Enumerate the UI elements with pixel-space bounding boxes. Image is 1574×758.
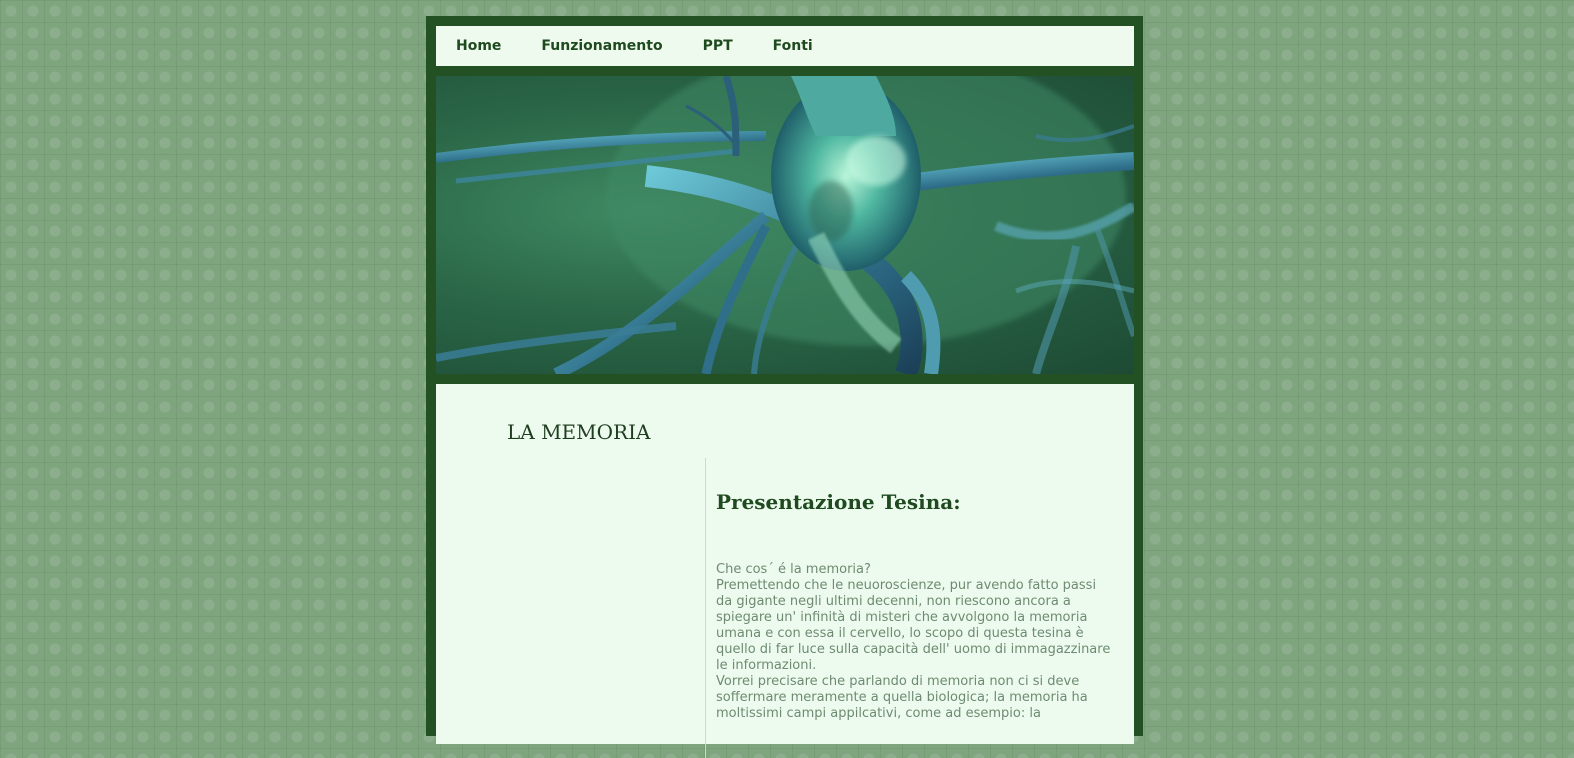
site-title: LA MEMORIA [507,420,651,444]
header-banner-neuron-image [436,76,1134,374]
nav-item-fonti[interactable]: Fonti [773,38,813,54]
neuron-illustration [436,76,1134,374]
column-divider [705,458,706,758]
main-content-panel: LA MEMORIA Presentazione Tesina: Che cos… [436,384,1134,758]
nav-item-ppt[interactable]: PPT [703,38,733,54]
nav-item-home[interactable]: Home [456,38,501,54]
top-navigation: Home Funzionamento PPT Fonti [436,26,1134,66]
page-frame: Home Funzionamento PPT Fonti LA MEMORIA … [426,16,1143,758]
section-heading: Presentazione Tesina: [716,490,961,514]
nav-item-funzionamento[interactable]: Funzionamento [541,38,662,54]
article-column: Presentazione Tesina: Che cos´ é la memo… [716,490,1116,722]
article-paragraph: Che cos´ é la memoria? Premettendo che l… [716,562,1111,721]
